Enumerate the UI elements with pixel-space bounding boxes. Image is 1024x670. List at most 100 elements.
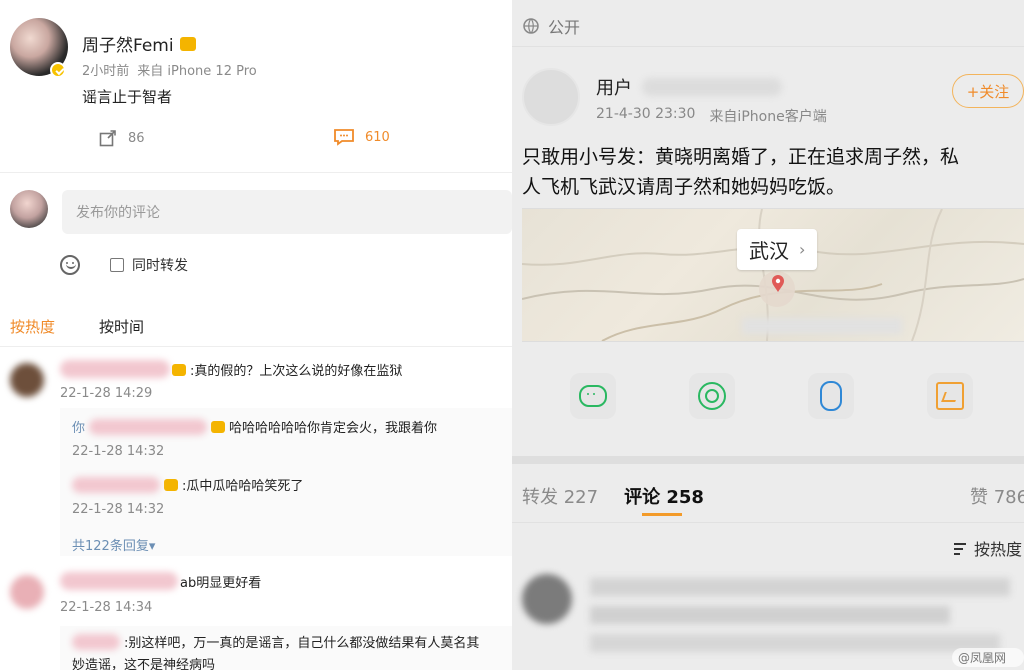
tab-likes-label: 赞 786	[970, 487, 1024, 508]
crown-icon	[211, 420, 226, 433]
comment-time: 22-1-28 14:34	[60, 600, 153, 615]
comment-icon	[334, 129, 354, 146]
tab-comments-label: 评论 258	[624, 487, 704, 508]
reply-time: 22-1-28 14:32	[72, 502, 165, 517]
visibility-row: 公开	[522, 14, 580, 38]
reply-username-redacted	[72, 476, 160, 493]
comment-line: :真的假的？上次这么说的好像在监狱	[172, 360, 402, 379]
top-divider	[512, 46, 1024, 47]
map-label[interactable]: 武汉 ›	[737, 229, 818, 270]
sort-icon	[954, 541, 968, 555]
reply-line-2: :瓜中瓜哈哈哈笑死了	[72, 475, 303, 494]
follow-button[interactable]: +关注	[952, 74, 1024, 108]
follow-button-label: +关注	[966, 82, 1010, 101]
comment-avatar[interactable]	[10, 363, 44, 397]
map-caption-redacted	[742, 318, 902, 334]
comment-username-redacted	[60, 572, 178, 590]
repost-icon	[99, 130, 116, 147]
post-time: 21-4-30 23:30	[596, 106, 696, 122]
post-meta: 21-4-30 23:30 来自iPhone客户端	[596, 106, 827, 126]
post-time: 2小时前	[82, 64, 130, 79]
wechat-icon[interactable]	[570, 373, 616, 419]
reply-text: 哈哈哈哈哈哈你肯定会火，我跟着你	[229, 421, 438, 436]
comment-input-placeholder: 发布你的评论	[76, 205, 160, 221]
tab-hot-label: 按热度	[10, 318, 56, 336]
more-replies-link[interactable]: 共122条回复▾	[72, 535, 155, 554]
comment-line: ab明显更好看	[180, 572, 261, 591]
post-text-line: 人飞机飞武汉请周子然和她妈妈吃饭。	[522, 176, 846, 198]
tab-comments-underline	[642, 513, 683, 516]
my-avatar[interactable]	[10, 190, 48, 228]
emoji-icon[interactable]	[60, 255, 80, 275]
reply-line: :别这样吧，万一真的是谣言，自己什么都没做结果有人莫名其	[72, 632, 479, 651]
crown-icon	[179, 36, 196, 51]
comment-username-redacted	[60, 360, 170, 378]
user-avatar[interactable]	[522, 68, 580, 126]
right-screenshot-pane: 公开 用户 21-4-30 23:30 来自iPhone客户端 +关注 只敢用小…	[512, 0, 1024, 670]
verified-icon	[50, 62, 66, 78]
post-meta: 2小时前 来自 iPhone 12 Pro	[82, 60, 257, 79]
tabs-divider	[0, 346, 512, 347]
user-name-redacted	[642, 78, 782, 96]
chevron-right-icon: ›	[799, 240, 806, 259]
watermark-text: @凤凰网	[958, 651, 1007, 665]
post-text: 只敢用小号发：黄晓明离婚了，正在追求周子然，私 人飞机飞武汉请周子然和她妈妈吃饭…	[522, 142, 1022, 202]
crown-icon	[164, 478, 178, 491]
reply-line-1: 你 哈哈哈哈哈哈你肯定会火，我跟着你	[72, 417, 437, 436]
moments-icon[interactable]	[689, 373, 735, 419]
tab-time[interactable]: 按时间	[99, 316, 144, 337]
reply-username-redacted	[89, 418, 208, 435]
visibility-label: 公开	[548, 18, 581, 37]
comment-text: ab明显更好看	[180, 576, 262, 591]
post-source: 来自 iPhone 12 Pro	[137, 64, 257, 79]
section-separator	[512, 456, 1024, 464]
reply-time: 22-1-28 14:32	[72, 444, 165, 459]
comment-content-redacted	[590, 578, 1010, 596]
tabs-divider	[512, 522, 1024, 523]
checkbox-icon[interactable]	[110, 258, 124, 272]
tab-hot[interactable]: 按热度	[10, 316, 55, 337]
comment-text: :真的假的？上次这么说的好像在监狱	[190, 364, 403, 379]
post-text-line: 只敢用小号发：黄晓明离婚了，正在追求周子然，私	[522, 146, 960, 168]
post-source: 来自iPhone客户端	[709, 109, 827, 125]
comment-count: 610	[365, 129, 390, 145]
left-screenshot-pane: 周子然Femi 2小时前 来自 iPhone 12 Pro 谣言止于智者 86 …	[0, 0, 512, 670]
sort-label: 按热度	[974, 540, 1023, 559]
globe-icon	[523, 18, 539, 34]
save-image-icon[interactable]	[927, 373, 973, 419]
comment-avatar	[522, 574, 572, 624]
reply-username-redacted	[72, 633, 120, 650]
tab-time-label: 按时间	[99, 318, 145, 336]
reply-text: :别这样吧，万一真的是谣言，自己什么都没做结果有人莫名其	[124, 636, 480, 651]
watermark: @凤凰网	[952, 648, 1024, 667]
qq-icon[interactable]	[808, 373, 854, 419]
post-tabs: 转发 227 评论 258	[522, 483, 704, 516]
map-pin-icon	[772, 275, 784, 292]
comment-content-redacted	[590, 634, 1000, 652]
comment-input[interactable]: 发布你的评论	[62, 190, 512, 234]
tab-likes[interactable]: 赞 786	[970, 483, 1024, 509]
tab-comments[interactable]: 评论 258	[624, 483, 704, 516]
comment-content-redacted	[590, 606, 950, 624]
tab-repost-label: 转发 227	[522, 487, 599, 508]
share-row	[570, 373, 973, 419]
tab-repost[interactable]: 转发 227	[522, 483, 598, 509]
comment-action[interactable]: 610	[333, 128, 390, 146]
repost-checkbox-label: 同时转发	[132, 258, 188, 274]
user-row: 用户	[596, 74, 782, 100]
comment-avatar[interactable]	[10, 575, 44, 609]
sort-control[interactable]: 按热度	[954, 536, 1024, 560]
sort-tabs: 按热度 按时间	[10, 316, 144, 337]
comment-time: 22-1-28 14:29	[60, 386, 153, 401]
reply-text-line2: 妙造谣，这不是神经病吗	[72, 658, 216, 670]
reply-prefix: 你	[72, 421, 86, 436]
composer-options: 同时转发	[60, 255, 188, 275]
author-row: 周子然Femi	[82, 31, 196, 56]
user-name[interactable]: 用户	[596, 74, 632, 100]
crown-icon	[172, 363, 186, 376]
author-name[interactable]: 周子然Femi	[82, 31, 174, 56]
repost-action[interactable]: 86	[98, 128, 145, 148]
repost-checkbox-row[interactable]: 同时转发	[110, 255, 188, 275]
map-city-label: 武汉	[749, 239, 789, 263]
section-divider	[0, 172, 512, 173]
